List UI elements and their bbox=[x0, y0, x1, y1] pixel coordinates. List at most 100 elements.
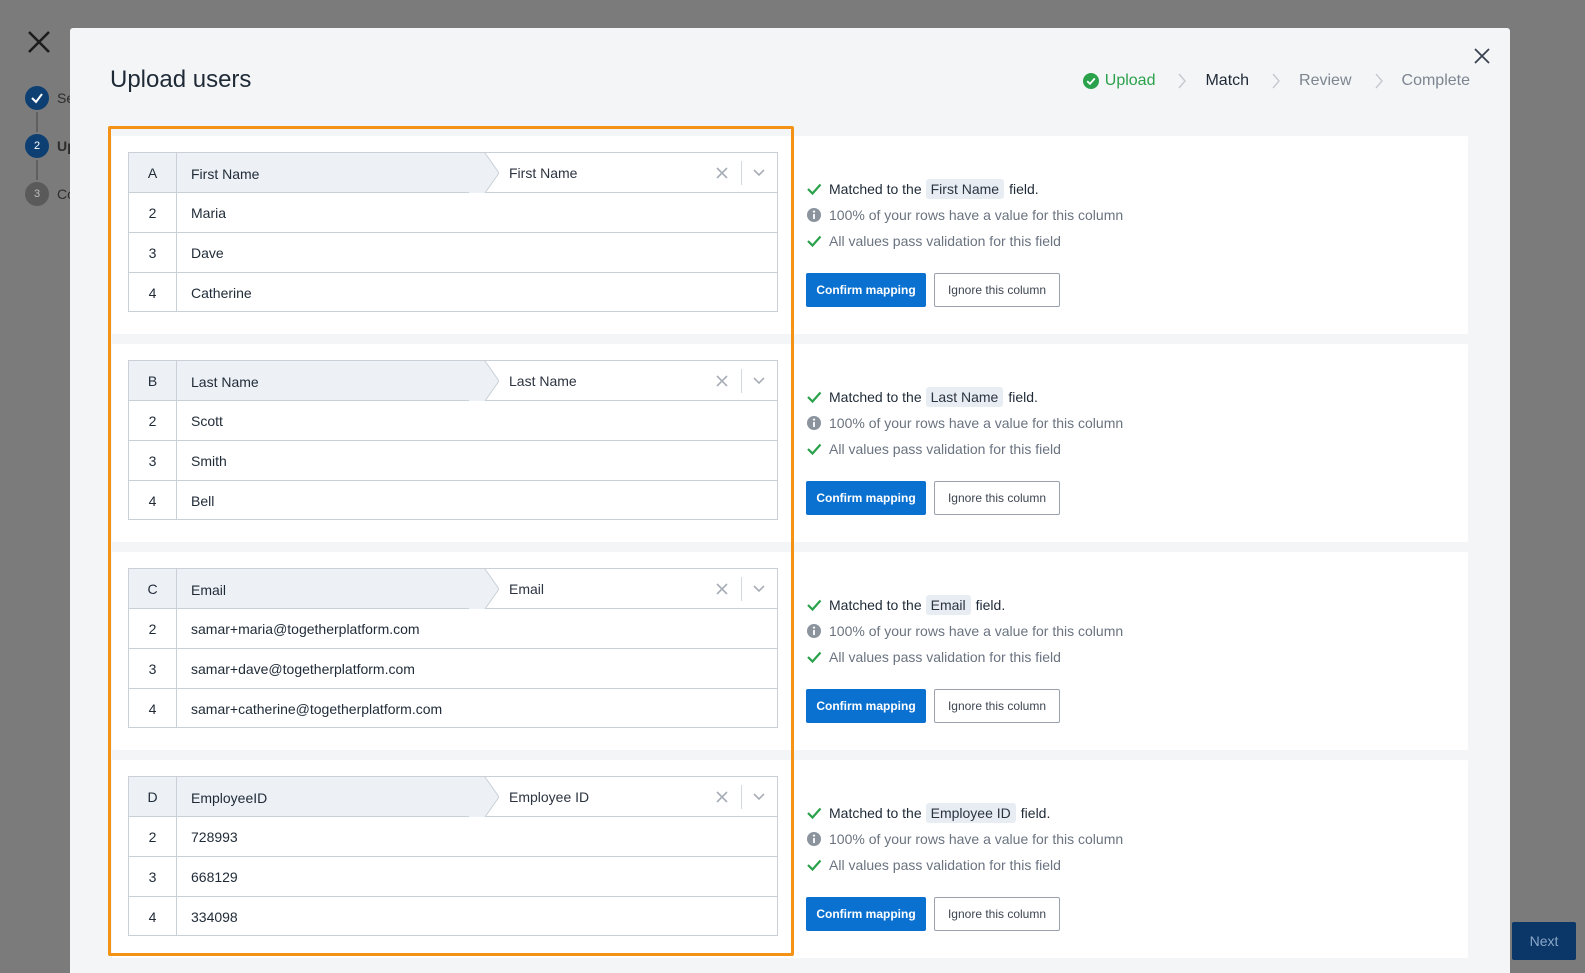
source-column-name: EmployeeID bbox=[191, 790, 268, 806]
mapping-status: Matched to the First Name field. 100% of… bbox=[806, 176, 1123, 254]
validation-text: All values pass validation for this fiel… bbox=[829, 649, 1061, 665]
confirm-mapping-button[interactable]: Confirm mapping bbox=[806, 897, 926, 931]
matched-prefix: Matched to the bbox=[829, 597, 922, 613]
cell-value: Smith bbox=[191, 453, 227, 469]
check-icon bbox=[807, 807, 822, 820]
confirm-mapping-button[interactable]: Confirm mapping bbox=[806, 273, 926, 307]
mapping-status: Matched to the Employee ID field. 100% o… bbox=[806, 800, 1123, 878]
field-select-value[interactable]: Last Name bbox=[509, 373, 577, 389]
background-step-2: 2 Up bbox=[25, 134, 76, 180]
row-number: 2 bbox=[129, 193, 177, 232]
arrow-shape bbox=[469, 777, 499, 817]
row-number: 3 bbox=[129, 649, 177, 688]
row-number: 3 bbox=[129, 233, 177, 272]
table-row: 3 Smith bbox=[129, 441, 777, 481]
table-row: 2 728993 bbox=[129, 817, 777, 857]
ignore-column-button[interactable]: Ignore this column bbox=[934, 481, 1060, 515]
matched-prefix: Matched to the bbox=[829, 181, 922, 197]
source-column-header bbox=[129, 569, 485, 608]
cell-value: samar+dave@togetherplatform.com bbox=[191, 661, 415, 677]
column-preview-table: A First Name First Name 2 Maria 3 Dave 4 Ca… bbox=[128, 152, 778, 312]
mapping-actions: Confirm mapping Ignore this column bbox=[806, 897, 1060, 931]
step-match[interactable]: Match bbox=[1205, 72, 1249, 90]
ignore-column-button[interactable]: Ignore this column bbox=[934, 273, 1060, 307]
matched-line: Matched to the Last Name field. bbox=[806, 384, 1123, 410]
table-row: 4 Bell bbox=[129, 481, 777, 520]
table-row: 2 samar+maria@togetherplatform.com bbox=[129, 609, 777, 649]
column-letter: D bbox=[129, 777, 177, 816]
arrow-shape bbox=[469, 569, 499, 609]
step-label: Complete bbox=[1401, 72, 1470, 89]
check-icon bbox=[807, 599, 822, 612]
mapping-status: Matched to the Email field. 100% of your… bbox=[806, 592, 1123, 670]
table-row: 3 Dave bbox=[129, 233, 777, 273]
table-row: 2 Scott bbox=[129, 401, 777, 441]
step-upload[interactable]: Upload bbox=[1082, 72, 1156, 90]
source-column-header bbox=[129, 153, 485, 192]
step-complete[interactable]: Complete bbox=[1402, 72, 1470, 90]
info-icon bbox=[807, 208, 821, 222]
confirm-mapping-button[interactable]: Confirm mapping bbox=[806, 689, 926, 723]
check-icon bbox=[25, 86, 49, 110]
next-button[interactable]: Next bbox=[1512, 922, 1576, 960]
clear-icon[interactable] bbox=[715, 374, 729, 388]
coverage-text: 100% of your rows have a value for this … bbox=[829, 415, 1124, 431]
column-preview-table: D EmployeeID Employee ID 2 728993 3 668129… bbox=[128, 776, 778, 936]
validation-line: All values pass validation for this fiel… bbox=[806, 852, 1123, 878]
column-mapping-card: C Email Email 2 samar+maria@togetherplatf… bbox=[112, 552, 1468, 750]
step-label: Upload bbox=[1104, 72, 1156, 89]
chevron-down-icon[interactable] bbox=[751, 374, 767, 388]
validation-line: All values pass validation for this fiel… bbox=[806, 436, 1123, 462]
chevron-down-icon[interactable] bbox=[751, 582, 767, 596]
backdrop-close-icon[interactable] bbox=[25, 28, 53, 56]
column-mapping-card: B Last Name Last Name 2 Scott 3 Smith 4 Bel… bbox=[112, 344, 1468, 542]
matched-suffix: field. bbox=[975, 597, 1006, 613]
coverage-text: 100% of your rows have a value for this … bbox=[829, 831, 1124, 847]
row-number: 4 bbox=[129, 273, 177, 312]
matched-prefix: Matched to the bbox=[829, 389, 922, 405]
step-review[interactable]: Review bbox=[1299, 72, 1351, 90]
validation-line: All values pass validation for this fiel… bbox=[806, 228, 1123, 254]
coverage-line: 100% of your rows have a value for this … bbox=[806, 618, 1123, 644]
row-number: 2 bbox=[129, 817, 177, 856]
close-icon[interactable] bbox=[1472, 46, 1492, 66]
wizard-stepper: Upload Match Review Complete bbox=[1082, 72, 1470, 90]
cell-value: samar+maria@togetherplatform.com bbox=[191, 621, 420, 637]
ignore-column-button[interactable]: Ignore this column bbox=[934, 689, 1060, 723]
column-mapping-card: A First Name First Name 2 Maria 3 Dave 4 Ca… bbox=[112, 136, 1468, 334]
matched-field-chip: Email bbox=[925, 595, 971, 615]
row-number: 2 bbox=[129, 401, 177, 440]
matched-line: Matched to the Email field. bbox=[806, 592, 1123, 618]
table-row: 2 Maria bbox=[129, 193, 777, 233]
row-number: 4 bbox=[129, 481, 177, 520]
row-number: 2 bbox=[129, 609, 177, 648]
field-select-value[interactable]: Employee ID bbox=[509, 789, 589, 805]
column-letter: C bbox=[129, 569, 177, 608]
cell-value: Maria bbox=[191, 205, 227, 221]
column-header: B Last Name Last Name bbox=[129, 361, 777, 401]
field-select-value[interactable]: First Name bbox=[509, 165, 577, 181]
source-column-name: Last Name bbox=[191, 374, 259, 390]
field-select-value[interactable]: Email bbox=[509, 581, 544, 597]
ignore-column-button[interactable]: Ignore this column bbox=[934, 897, 1060, 931]
mapping-actions: Confirm mapping Ignore this column bbox=[806, 689, 1060, 723]
table-row: 3 668129 bbox=[129, 857, 777, 897]
clear-icon[interactable] bbox=[715, 582, 729, 596]
step-number: 2 bbox=[25, 134, 49, 158]
coverage-text: 100% of your rows have a value for this … bbox=[829, 207, 1124, 223]
confirm-mapping-button[interactable]: Confirm mapping bbox=[806, 481, 926, 515]
cell-value: Scott bbox=[191, 413, 223, 429]
matched-line: Matched to the Employee ID field. bbox=[806, 800, 1123, 826]
clear-icon[interactable] bbox=[715, 790, 729, 804]
chevron-down-icon[interactable] bbox=[751, 166, 767, 180]
validation-text: All values pass validation for this fiel… bbox=[829, 233, 1061, 249]
check-icon bbox=[807, 651, 822, 664]
mapping-actions: Confirm mapping Ignore this column bbox=[806, 273, 1060, 307]
source-column-name: First Name bbox=[191, 166, 260, 182]
clear-icon[interactable] bbox=[715, 166, 729, 180]
background-stepper: Se 2 Up 3 Co bbox=[25, 86, 76, 230]
chevron-down-icon[interactable] bbox=[751, 790, 767, 804]
row-number: 3 bbox=[129, 857, 177, 896]
chevron-right-icon bbox=[1178, 73, 1187, 89]
cell-value: samar+catherine@togetherplatform.com bbox=[191, 701, 443, 717]
